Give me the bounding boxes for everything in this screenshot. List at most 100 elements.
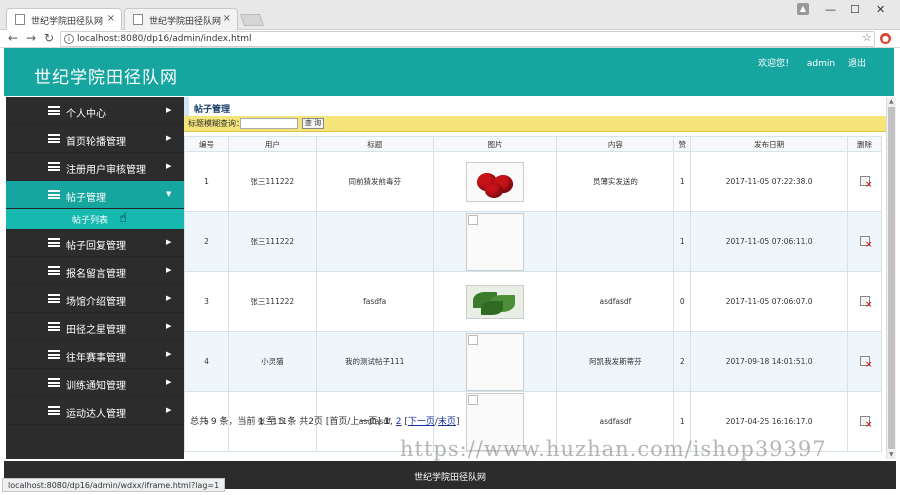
sidebar-item-profile[interactable]: 个人中心 ▶ [6, 97, 184, 125]
cell-image [432, 271, 558, 332]
sidebar-item-athletes[interactable]: 运动达人管理 ▶ [6, 397, 184, 425]
pager-summary: 总共 9 条，当前 1 至 5 条 共2页 [190, 417, 323, 427]
sidebar-subitem-label: 帖子列表 [72, 216, 109, 226]
logout-link[interactable]: 退出 [848, 59, 866, 69]
tab-title: 世纪学院田径队网 [31, 17, 104, 27]
sidebar-subitem-post-list[interactable]: 帖子列表 ☝ [6, 209, 184, 229]
reload-icon[interactable]: ↻ [44, 31, 54, 45]
username-link[interactable]: admin [807, 59, 835, 69]
stack-icon [48, 134, 60, 143]
column-header[interactable]: 发布日期 [690, 136, 848, 152]
sidebar-item-replies[interactable]: 帖子回复管理 ▶ [6, 229, 184, 257]
table-row[interactable]: 3 张三111222 fasdfa asdfasdf 0 2017-11-05 … [184, 271, 882, 332]
stack-icon [48, 406, 60, 415]
maximize-icon[interactable]: ☐ [850, 3, 860, 16]
close-tab-icon[interactable]: × [223, 13, 231, 24]
delete-icon[interactable] [859, 355, 873, 370]
close-tab-icon[interactable]: × [107, 13, 115, 24]
column-header[interactable]: 编号 [184, 136, 229, 152]
scrollbar-thumb[interactable] [888, 107, 895, 449]
minimize-icon[interactable]: — [825, 3, 836, 16]
info-icon[interactable]: i [64, 34, 74, 44]
stack-icon [48, 238, 60, 247]
pager-last[interactable]: 末页 [438, 417, 456, 427]
vertical-scrollbar[interactable]: ▲ ▼ [886, 97, 896, 459]
chevron-right-icon: ▶ [166, 134, 172, 142]
chevron-right-icon: ▶ [166, 294, 172, 302]
sidebar-item-label: 首页轮播管理 [66, 137, 126, 148]
cell-content: asdfasdf [556, 271, 675, 332]
pager-page-2[interactable]: 2 [396, 417, 402, 427]
cell-delete [847, 331, 882, 392]
browser-window: 世纪学院田径队网 × 世纪学院田径队网 × ▲ — ☐ ✕ ← → ↻ i lo… [0, 0, 900, 495]
welcome-text: 欢迎您！ [758, 59, 795, 69]
broken-image-icon[interactable] [466, 212, 525, 271]
page-icon [15, 14, 25, 25]
pager-first-prev: [首页/上一页] [325, 417, 381, 427]
cell-content: 阿凯我发斯蒂芬 [556, 331, 675, 392]
table-header-row: 编号 用户 标题 图片 内容 赞 发布日期 删除 [184, 136, 882, 152]
chevron-right-icon: ▶ [166, 238, 172, 246]
stack-icon [48, 162, 60, 171]
cell-image [432, 331, 558, 392]
profile-icon[interactable]: ▲ [797, 3, 809, 15]
search-label: 标题模糊查询： [188, 119, 244, 128]
delete-icon[interactable] [859, 415, 873, 430]
stack-icon [48, 266, 60, 275]
sidebar-item-stars[interactable]: 田径之星管理 ▶ [6, 313, 184, 341]
browser-tab-active[interactable]: 世纪学院田径队网 × [6, 8, 122, 30]
sidebar-item-label: 帖子回复管理 [66, 241, 126, 252]
sidebar-item-posts[interactable]: 帖子管理 ▼ [6, 181, 184, 209]
broken-image-icon[interactable] [466, 332, 525, 391]
bookmark-star-icon[interactable]: ☆ [862, 31, 872, 44]
page-icon [133, 14, 143, 25]
browser-tab[interactable]: 世纪学院田径队网 × [124, 8, 238, 30]
table-row[interactable]: 2 张三111222 1 2017-11-05 07:06:11.0 [184, 211, 882, 272]
title-search-input[interactable] [240, 118, 298, 129]
column-header[interactable]: 内容 [556, 136, 675, 152]
search-button[interactable]: 查 询 [302, 118, 324, 129]
table-row[interactable]: 1 张三111222 同前猜发前毒芬 员薄实发送的 1 2017-11-05 0… [184, 151, 882, 212]
back-icon[interactable]: ← [8, 31, 18, 45]
column-header[interactable]: 赞 [673, 136, 692, 152]
pagination: 总共 9 条，当前 1 至 5 条 共2页 [首页/上一页] 1, 2 [下一页… [190, 417, 460, 427]
browser-menu-icon[interactable]: ● [880, 33, 891, 44]
search-bar: 标题模糊查询： 查 询 [184, 116, 886, 132]
new-tab-button[interactable] [239, 14, 265, 26]
delete-icon[interactable] [859, 235, 873, 250]
tab-bar: 世纪学院田径队网 × 世纪学院田径队网 × ▲ — ☐ ✕ [0, 0, 900, 30]
url-input[interactable]: i localhost:8080/dp16/admin/index.html [60, 31, 875, 47]
column-header[interactable]: 删除 [847, 136, 882, 152]
cell-date: 2017-11-05 07:06:07.0 [690, 271, 848, 332]
cell-delete [847, 391, 882, 452]
sidebar-item-signup-messages[interactable]: 报名留言管理 ▶ [6, 257, 184, 285]
chevron-right-icon: ▶ [166, 162, 172, 170]
posts-table: 编号 用户 标题 图片 内容 赞 发布日期 删除 1 张三111222 同前猜发… [184, 136, 882, 452]
table-row[interactable]: 4 小灵猫 我的测试帖子111 阿凯我发斯蒂芬 2 2017-09-18 14:… [184, 331, 882, 392]
column-header[interactable]: 标题 [315, 136, 434, 152]
column-header[interactable]: 图片 [432, 136, 558, 152]
cell-id: 2 [184, 211, 229, 272]
forward-icon[interactable]: → [26, 31, 36, 45]
scroll-up-icon[interactable]: ▲ [889, 98, 894, 105]
leaf-shape [481, 300, 504, 315]
sidebar-item-label: 往年赛事管理 [66, 353, 126, 364]
delete-icon[interactable] [859, 295, 873, 310]
sidebar-item-past-events[interactable]: 往年赛事管理 ▶ [6, 341, 184, 369]
sidebar-item-training[interactable]: 训练通知管理 ▶ [6, 369, 184, 397]
scroll-down-icon[interactable]: ▼ [889, 451, 894, 458]
delete-icon[interactable] [859, 175, 873, 190]
post-image-spinach[interactable] [466, 284, 525, 319]
sidebar-item-label: 田径之星管理 [66, 325, 126, 336]
sidebar-item-carousel[interactable]: 首页轮播管理 ▶ [6, 125, 184, 153]
chevron-right-icon: ▶ [166, 322, 172, 330]
cell-id: 4 [184, 331, 229, 392]
cell-image [432, 211, 558, 272]
sidebar-item-user-review[interactable]: 注册用户审核管理 ▶ [6, 153, 184, 181]
breadcrumb: 帖子管理 [184, 97, 886, 117]
column-header[interactable]: 用户 [227, 136, 317, 152]
sidebar-item-venues[interactable]: 场馆介绍管理 ▶ [6, 285, 184, 313]
close-window-icon[interactable]: ✕ [876, 3, 885, 16]
pager-next[interactable]: 下一页 [408, 417, 435, 427]
post-image-tomato[interactable] [466, 161, 525, 202]
